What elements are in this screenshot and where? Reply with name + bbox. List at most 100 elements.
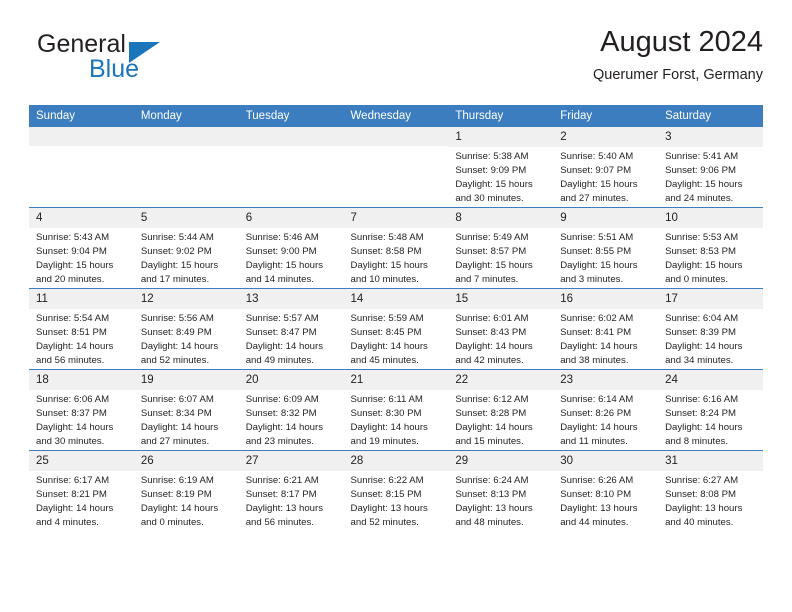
day-cell-inner: 21 Sunrise: 6:11 AM Sunset: 8:30 PM Dayligh…	[343, 370, 449, 450]
day-number	[29, 127, 134, 146]
daylight-duration-line2: and 8 minutes.	[665, 435, 728, 447]
calendar-day-cell[interactable]: 11 Sunrise: 5:54 AM Sunset: 8:51 PM Dayligh…	[29, 288, 134, 370]
day-cell-inner: 7 Sunrise: 5:48 AM Sunset: 8:58 PM Daylight…	[343, 208, 449, 288]
day-number: 29	[448, 451, 554, 472]
sunset-time: Sunset: 8:15 PM	[350, 489, 422, 501]
daylight-duration-line2: and 42 minutes.	[455, 354, 524, 366]
sunrise-time: Sunrise: 6:07 AM	[140, 394, 214, 406]
day-details: Sunrise: 6:19 AM Sunset: 8:19 PM Daylight:…	[134, 471, 239, 529]
daylight-duration-line1: Daylight: 14 hours	[140, 422, 219, 433]
sunrise-time: Sunrise: 5:40 AM	[560, 151, 634, 163]
calendar-day-cell[interactable]: 4 Sunrise: 5:43 AM Sunset: 9:04 PM Daylight…	[29, 207, 134, 289]
calendar-day-cell[interactable]: 18 Sunrise: 6:06 AM Sunset: 8:37 PM Dayligh…	[29, 369, 134, 451]
day-number	[343, 127, 449, 146]
calendar-day-cell[interactable]: 25 Sunrise: 6:17 AM Sunset: 8:21 PM Dayligh…	[29, 450, 134, 531]
day-cell-inner: 1 Sunrise: 5:38 AM Sunset: 9:09 PM Daylight…	[448, 127, 554, 207]
calendar-day-cell[interactable]: 15 Sunrise: 6:01 AM Sunset: 8:43 PM Dayligh…	[448, 288, 554, 370]
brand-name-blue: Blue	[89, 55, 140, 83]
day-number: 20	[238, 370, 344, 391]
calendar-day-cell[interactable]: 30 Sunrise: 6:26 AM Sunset: 8:10 PM Dayligh…	[553, 450, 659, 531]
day-details: Sunrise: 5:49 AM Sunset: 8:57 PM Daylight:…	[448, 228, 553, 286]
calendar-day-cell[interactable]: 22 Sunrise: 6:12 AM Sunset: 8:28 PM Dayligh…	[448, 369, 554, 451]
sunset-time: Sunset: 8:19 PM	[140, 489, 212, 501]
daylight-duration-line2: and 14 minutes.	[245, 273, 314, 285]
daylight-duration-line2: and 30 minutes.	[455, 192, 524, 204]
day-cell-inner	[133, 127, 239, 207]
sunset-time: Sunset: 9:00 PM	[245, 246, 317, 258]
calendar-day-cell[interactable]: 6 Sunrise: 5:46 AM Sunset: 9:00 PM Daylight…	[238, 207, 344, 289]
calendar-day-cell[interactable]: 13 Sunrise: 5:57 AM Sunset: 8:47 PM Dayligh…	[238, 288, 344, 370]
sunrise-time: Sunrise: 6:04 AM	[665, 313, 739, 325]
day-cell-inner: 23 Sunrise: 6:14 AM Sunset: 8:26 PM Dayligh…	[553, 370, 659, 450]
sunset-time: Sunset: 8:21 PM	[36, 489, 107, 501]
calendar-day-cell[interactable]: 14 Sunrise: 5:59 AM Sunset: 8:45 PM Dayligh…	[343, 288, 449, 370]
sunset-time: Sunset: 8:55 PM	[560, 246, 632, 258]
calendar-day-cell-empty	[238, 127, 344, 208]
daylight-duration-line2: and 10 minutes.	[350, 273, 419, 285]
calendar-day-cell[interactable]: 10 Sunrise: 5:53 AM Sunset: 8:53 PM Dayligh…	[658, 207, 763, 289]
calendar-day-cell[interactable]: 8 Sunrise: 5:49 AM Sunset: 8:57 PM Daylight…	[448, 207, 554, 289]
day-cell-inner: 25 Sunrise: 6:17 AM Sunset: 8:21 PM Dayligh…	[29, 451, 134, 531]
daylight-duration-line1: Daylight: 14 hours	[665, 422, 743, 433]
calendar-day-cell[interactable]: 19 Sunrise: 6:07 AM Sunset: 8:34 PM Dayligh…	[133, 369, 239, 451]
sunrise-time: Sunrise: 6:14 AM	[560, 394, 634, 406]
sunrise-time: Sunrise: 6:19 AM	[140, 475, 214, 487]
day-details: Sunrise: 6:14 AM Sunset: 8:26 PM Daylight:…	[553, 390, 658, 448]
calendar-day-cell[interactable]: 7 Sunrise: 5:48 AM Sunset: 8:58 PM Daylight…	[343, 207, 449, 289]
daylight-duration-line2: and 0 minutes.	[665, 273, 728, 285]
daylight-duration-line2: and 7 minutes.	[455, 273, 519, 285]
day-number: 1	[448, 127, 554, 148]
calendar-day-cell[interactable]: 1 Sunrise: 5:38 AM Sunset: 9:09 PM Daylight…	[448, 127, 554, 208]
calendar-day-cell[interactable]: 20 Sunrise: 6:09 AM Sunset: 8:32 PM Dayligh…	[238, 369, 344, 451]
calendar-day-cell[interactable]: 16 Sunrise: 6:02 AM Sunset: 8:41 PM Dayligh…	[553, 288, 659, 370]
calendar-day-cell[interactable]: 29 Sunrise: 6:24 AM Sunset: 8:13 PM Dayligh…	[448, 450, 554, 531]
daylight-duration-line1: Daylight: 15 hours	[665, 179, 743, 190]
daylight-duration-line1: Daylight: 14 hours	[36, 422, 114, 433]
day-number: 30	[553, 451, 659, 472]
calendar-day-cell[interactable]: 23 Sunrise: 6:14 AM Sunset: 8:26 PM Dayligh…	[553, 369, 659, 451]
day-cell-inner: 14 Sunrise: 5:59 AM Sunset: 8:45 PM Dayligh…	[343, 289, 449, 369]
calendar-day-cell[interactable]: 2 Sunrise: 5:40 AM Sunset: 9:07 PM Daylight…	[553, 127, 659, 208]
day-details: Sunrise: 6:02 AM Sunset: 8:41 PM Daylight:…	[553, 309, 658, 367]
calendar-day-cell[interactable]: 27 Sunrise: 6:21 AM Sunset: 8:17 PM Dayligh…	[238, 450, 344, 531]
sunset-time: Sunset: 8:24 PM	[665, 408, 736, 420]
day-number: 31	[658, 451, 763, 472]
calendar-body: 1 Sunrise: 5:38 AM Sunset: 9:09 PM Daylight…	[29, 127, 763, 531]
day-number: 24	[658, 370, 763, 391]
daylight-duration-line1: Daylight: 13 hours	[665, 503, 743, 514]
day-details: Sunrise: 5:38 AM Sunset: 9:09 PM Daylight:…	[448, 147, 553, 205]
sunrise-time: Sunrise: 6:01 AM	[455, 313, 529, 325]
day-details: Sunrise: 6:22 AM Sunset: 8:15 PM Daylight:…	[344, 471, 449, 529]
calendar-day-cell[interactable]: 9 Sunrise: 5:51 AM Sunset: 8:55 PM Daylight…	[553, 207, 659, 289]
sunrise-time: Sunrise: 5:38 AM	[455, 151, 529, 163]
day-details: Sunrise: 5:51 AM Sunset: 8:55 PM Daylight:…	[553, 228, 658, 286]
calendar-day-cell-empty	[29, 127, 134, 208]
day-number: 21	[343, 370, 449, 391]
calendar-day-cell[interactable]: 17 Sunrise: 6:04 AM Sunset: 8:39 PM Dayligh…	[658, 288, 763, 370]
sunset-time: Sunset: 8:10 PM	[560, 489, 632, 501]
daylight-duration-line2: and 30 minutes.	[36, 435, 105, 447]
sunrise-time: Sunrise: 6:24 AM	[455, 475, 529, 487]
calendar-day-cell[interactable]: 24 Sunrise: 6:16 AM Sunset: 8:24 PM Dayligh…	[658, 369, 763, 451]
weekday-header-saturday: Saturday	[658, 105, 763, 127]
sunrise-time: Sunrise: 5:43 AM	[36, 232, 110, 244]
calendar-day-cell[interactable]: 21 Sunrise: 6:11 AM Sunset: 8:30 PM Dayligh…	[343, 369, 449, 451]
brand-logo[interactable]: General Blue	[29, 32, 249, 94]
sunrise-time: Sunrise: 5:57 AM	[245, 313, 319, 325]
calendar-day-cell[interactable]: 31 Sunrise: 6:27 AM Sunset: 8:08 PM Dayligh…	[658, 450, 763, 531]
calendar-day-cell[interactable]: 3 Sunrise: 5:41 AM Sunset: 9:06 PM Daylight…	[658, 127, 763, 208]
day-details: Sunrise: 6:06 AM Sunset: 8:37 PM Daylight:…	[29, 390, 134, 448]
sunset-time: Sunset: 8:49 PM	[140, 327, 212, 339]
calendar-day-cell[interactable]: 5 Sunrise: 5:44 AM Sunset: 9:02 PM Daylight…	[133, 207, 239, 289]
daylight-duration-line1: Daylight: 14 hours	[245, 422, 324, 433]
calendar-day-cell[interactable]: 26 Sunrise: 6:19 AM Sunset: 8:19 PM Dayligh…	[133, 450, 239, 531]
daylight-duration-line2: and 38 minutes.	[560, 354, 629, 366]
day-details: Sunrise: 6:21 AM Sunset: 8:17 PM Daylight:…	[239, 471, 344, 529]
day-number: 22	[448, 370, 554, 391]
day-number: 6	[238, 208, 344, 229]
calendar-day-cell[interactable]: 12 Sunrise: 5:56 AM Sunset: 8:49 PM Dayligh…	[133, 288, 239, 370]
sunrise-time: Sunrise: 6:26 AM	[560, 475, 634, 487]
day-cell-inner	[29, 127, 134, 207]
calendar-day-cell[interactable]: 28 Sunrise: 6:22 AM Sunset: 8:15 PM Dayligh…	[343, 450, 449, 531]
daylight-duration-line1: Daylight: 14 hours	[455, 422, 533, 433]
